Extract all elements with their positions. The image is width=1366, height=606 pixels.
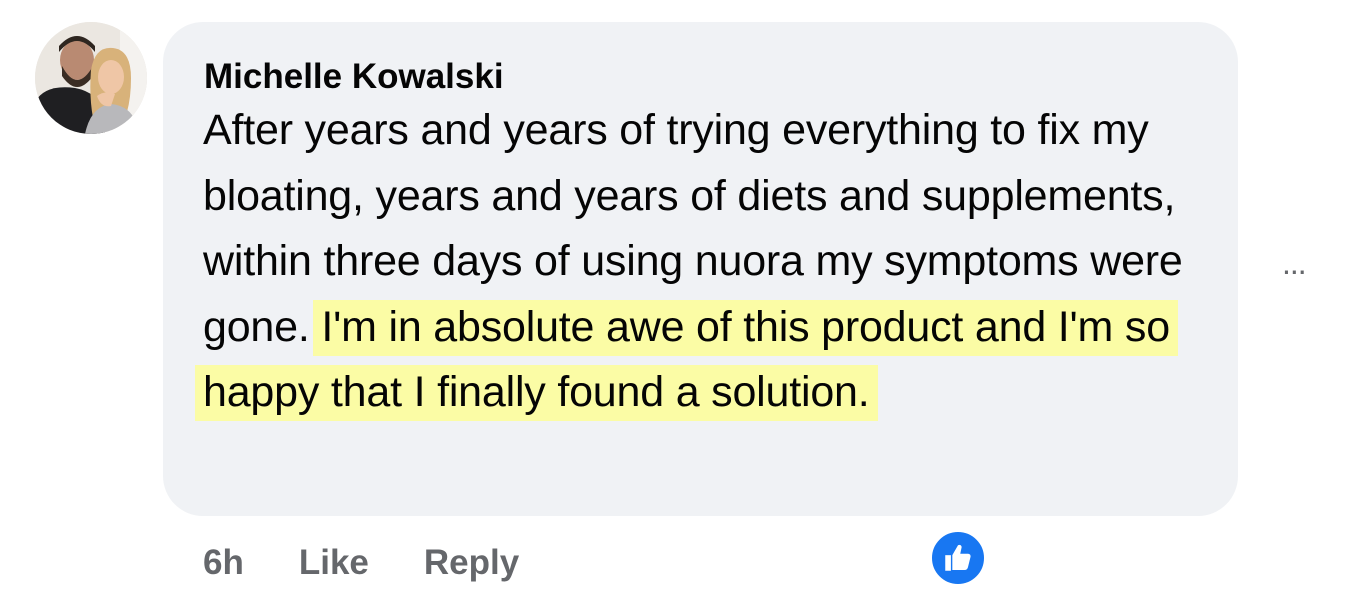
comment-text: After years and years of trying everythi…	[195, 98, 1198, 426]
reply-button[interactable]: Reply	[424, 543, 519, 583]
avatar[interactable]	[35, 22, 147, 134]
comment-bubble: Michelle Kowalski After years and years …	[163, 22, 1238, 516]
like-reaction-badge[interactable]	[929, 529, 987, 587]
more-options-icon[interactable]: ...	[1282, 247, 1307, 279]
comment-timestamp[interactable]: 6h	[203, 543, 244, 583]
comment-actions: 6h Like Reply	[203, 540, 519, 586]
like-button[interactable]: Like	[299, 543, 369, 583]
comment-author[interactable]: Michelle Kowalski	[204, 56, 1198, 98]
thumbs-up-icon	[945, 544, 971, 571]
avatar-photo	[35, 22, 147, 134]
comment-text-highlight: I'm in absolute awe of this product and …	[195, 299, 1178, 421]
